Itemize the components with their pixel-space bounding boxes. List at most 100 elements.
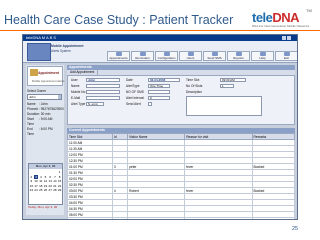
alert-type2-label: Alert Type [71,102,86,106]
description-textarea[interactable] [186,96,262,116]
left-pane: Appointment Mobile Appointment Alerts Se… [26,65,64,215]
toolbar-button-label: Send SMS [207,56,222,60]
logo-brand: teleDNA [252,10,300,25]
email-label: E-Mail [71,96,81,100]
owner-info-value: : 9:00 AM [39,117,53,121]
table-body: 11:00 AM 11:30 AM 12:00 PM 12:30 PM 01:00 PM… [67,139,295,219]
owner-info-row: End Time : 6:00 PM [26,127,64,137]
owner-info: Name: John Phone#: 9527675823900 Duration:… [26,102,64,137]
appointments-icon [115,52,122,56]
title-rule [0,30,320,31]
calendar-day[interactable]: 15 [57,179,62,183]
teledna-logo: teleDNA TM DNA For Next Generation Mobil… [252,8,312,32]
table-row[interactable]: 05:30 PM [67,217,295,219]
calendar-grid: 1 2 3 4 5 6 7 8 9 10 11 12 13 14 15 16 17 18 19 20 21 22 23 24 2… [29,169,62,192]
date-field[interactable]: 03-04-2006 [148,78,180,82]
toolbar-button-send-sms[interactable]: Send SMS [203,51,226,61]
main-pane: Appointments Add Appointment User John D… [67,65,295,219]
send-alert-label: Send Alert [126,102,141,106]
toolbar-button-appointments[interactable]: Appointments [107,51,130,61]
table-cell [184,217,253,219]
sms-label: NO OF SMS [126,90,144,94]
toolbar-button-reports[interactable]: Reports [227,51,250,61]
send-sms-icon [211,52,218,56]
send-alert-checkbox[interactable] [148,102,152,106]
maximize-icon[interactable] [287,36,291,40]
toolbar-button-label: Reminders [135,56,150,60]
logo-tm: TM [306,8,312,13]
users-icon [187,52,194,56]
mobile-label: Mobile No [71,90,86,94]
slots-select[interactable]: 1 [220,84,234,88]
app-logo-line2: Alerts System [51,49,71,53]
toolbar-button-configuration[interactable]: Configuration [155,51,178,61]
page-number: 25 [292,226,299,232]
owner-info-row: Start Time : 9:00 AM [26,117,64,127]
toolbar-button-label: Exit [283,56,289,60]
select-owner-dropdown[interactable]: John [27,94,62,100]
app-logo [27,43,51,61]
table-cell [251,217,295,219]
date-label: Date [126,78,133,82]
appointment-logo: Appointment Mobile Appointment Alerts [27,66,65,86]
configuration-icon [163,52,170,56]
appointment-logo-sub: Mobile Appointment Alerts [32,79,65,83]
owner-info-value: : 6:00 PM [39,127,53,131]
appointments-table: Time Slot Id Visitor Name Reason for visit R… [67,133,295,219]
today-label[interactable]: Today: Mon, Apr 3, 06 [28,205,57,209]
app-header: Mobile Appointment Alerts System Appoint… [23,41,297,63]
toolbar-button-users[interactable]: Users [179,51,202,61]
mobile-field[interactable] [86,90,120,94]
user-label: User [71,78,78,82]
app-logo-line1: Mobile Appointment [51,44,84,48]
sms-field[interactable] [148,90,170,94]
reports-icon [235,52,242,56]
name-field[interactable] [86,84,120,88]
interval-label: Alert Interval [126,96,144,100]
toolbar-button-label: Appointments [109,56,128,60]
calendar-day[interactable]: 1 [57,170,62,174]
description-label: Description [186,90,202,94]
interval-field[interactable]: 0 [148,96,170,100]
toolbar-button-help[interactable]: Help [251,51,274,61]
chevron-down-icon[interactable] [58,95,61,99]
calendar-day[interactable]: 8 [57,175,62,179]
slots-label: No Of Slots [186,84,203,88]
time-slot-select[interactable]: 09:00 AM [220,78,246,82]
calendar: Mon, Apr 3, 06 1 2 3 4 5 6 7 8 9 10 11 12 13 14 15 16 17… [28,163,63,205]
add-appointment-form: User John Date 03-04-2006 Time Slot 09:0… [67,75,295,125]
exit-icon [283,52,290,56]
window-title: teleDNA M A B S [26,35,57,40]
calendar-day[interactable]: 29 [57,188,62,192]
table-cell [111,217,129,219]
select-owner-label: Select Owner [27,89,47,93]
alert-type2-select[interactable]: S. emp [86,102,104,106]
slide-title: Health Care Case Study : Patient Tracker [4,13,234,27]
name-label: Name [71,84,80,88]
alert-type-label: AlertType [126,84,140,88]
calendar-icon [30,69,38,76]
toolbar-button-label: Help [259,56,266,60]
main-toolbar: Appointments Reminders Configuration Users S… [107,51,297,61]
logo-tagline: DNA For Next Generation Mobile Networks [252,24,310,28]
calendar-day[interactable]: 22 [57,184,62,188]
alert-type-select[interactable]: One Time [148,84,170,88]
app-window: teleDNA M A B S Mobile Appointment Alert… [22,34,298,220]
owner-info-key: End Time [27,127,34,136]
email-field[interactable] [86,96,120,100]
table-cell: 05:30 PM [67,217,113,219]
toolbar-button-label: Configuration [157,56,176,60]
user-field[interactable]: John [86,78,120,82]
appointment-logo-title: Appointment [38,71,59,75]
reminders-icon [139,52,146,56]
select-owner-value: John [29,95,36,99]
minimize-icon[interactable] [282,36,286,40]
help-icon [259,52,266,56]
toolbar-button-label: Users [186,56,195,60]
toolbar-button-label: Reports [233,56,244,60]
owner-info-key: Start Time [27,117,34,126]
window-controls[interactable] [281,36,295,46]
table-cell [127,217,186,219]
toolbar-button-exit[interactable]: Exit [275,51,297,61]
toolbar-button-reminders[interactable]: Reminders [131,51,154,61]
